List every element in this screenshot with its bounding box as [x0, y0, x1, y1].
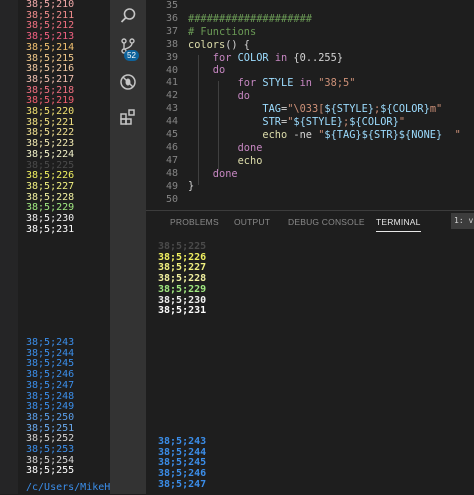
code-token: echo — [188, 128, 294, 141]
tab-terminal[interactable]: TERMINAL — [376, 217, 421, 232]
panel-tabs: PROBLEMS OUTPUT DEBUG CONSOLE TERMINAL — [146, 211, 474, 233]
bottom-panel: PROBLEMS OUTPUT DEBUG CONSOLE TERMINAL 1: v… — [146, 210, 474, 495]
code-token: COLOR — [237, 51, 275, 64]
left-terminal-lines-bottom: 38;5;243 38;5;244 38;5;245 38;5;246 38;5;247… — [26, 337, 75, 477]
left-terminal[interactable]: 38;5;210 38;5;211 38;5;212 38;5;213 38;5;214… — [0, 0, 122, 494]
source-control-badge: 52 — [124, 50, 139, 61]
code-token: TAG — [188, 103, 281, 116]
line-number: 35 — [165, 0, 178, 11]
code-line: STR="${STYLE};${COLOR}" — [188, 116, 461, 129]
code-line: do — [188, 64, 461, 77]
line-number: 36 — [165, 12, 178, 24]
line-number: 44 — [165, 116, 178, 128]
code-line: echo -ne "${TAG}${STR}${NONE} " — [188, 128, 461, 142]
tab-output[interactable]: OUTPUT — [234, 217, 270, 227]
search-icon[interactable] — [110, 2, 146, 30]
code-token: echo — [188, 154, 263, 167]
line-number: 49 — [165, 180, 178, 192]
code-line: } — [188, 180, 461, 193]
line-number: 45 — [165, 129, 178, 141]
code-token: "\033[ — [287, 103, 325, 116]
line-number: 39 — [165, 51, 178, 63]
terminal-line: 38;5;231 — [26, 223, 75, 235]
code-token: # Functions — [188, 25, 257, 38]
code-token: #################### — [188, 12, 312, 25]
code-token: STYLE — [262, 77, 300, 90]
terminal-line: 38;5;255 — [26, 465, 75, 477]
terminal-selector[interactable]: 1: v — [451, 213, 474, 229]
code-token: " — [398, 116, 406, 129]
terminal-path: /c/Users/MikeHam — [26, 482, 123, 493]
code-line: for COLOR in {0..255} — [188, 52, 461, 65]
terminal-line: 38;5;229 — [158, 283, 207, 295]
line-number: 48 — [165, 167, 178, 179]
code-token: ${STYLE} — [293, 116, 344, 129]
activity-bar — [110, 0, 146, 494]
terminal-line: 38;5;247 — [158, 478, 207, 490]
left-terminal-lines-top: 38;5;210 38;5;211 38;5;212 38;5;213 38;5;214… — [26, 0, 74, 235]
code-token: STR — [188, 116, 281, 129]
terminal-line: 38;5;214 — [26, 41, 75, 53]
code-token: m" — [429, 103, 443, 116]
code-token: } — [188, 180, 195, 193]
code-token: ${COLOR} — [349, 116, 399, 129]
line-number: 42 — [165, 90, 178, 102]
code-editor[interactable]: 35 36 37 38 39 40 41 42 43 44 45 46 47 48 49 50 #######… — [146, 0, 474, 210]
line-number: 47 — [165, 154, 178, 166]
terminal-line: 38;5;224 — [26, 148, 75, 160]
code-token: ${COLOR} — [380, 103, 430, 116]
terminal-output-bottom: 38;5;243 38;5;244 38;5;245 38;5;246 38;5;247 — [158, 436, 207, 491]
code-token: -ne — [293, 128, 319, 141]
line-number: 46 — [165, 141, 178, 153]
code-token: do — [188, 64, 226, 77]
code-line: TAG="\033[${STYLE};${COLOR}m" — [188, 103, 461, 116]
code-line: for STYLE in "38;5" — [188, 77, 461, 90]
code-token: " — [442, 128, 461, 141]
code-content[interactable]: #################### # Functions colors() … — [188, 0, 461, 206]
code-token: colors — [188, 38, 226, 51]
line-number: 38 — [165, 38, 178, 50]
left-terminal-strip — [0, 0, 18, 494]
code-token: in — [274, 51, 294, 64]
code-token: () { — [225, 38, 251, 51]
code-token: ${TAG}${STR}${NONE} — [324, 128, 443, 141]
terminal-line: 38;5;247 — [26, 379, 75, 391]
code-line: done — [188, 142, 461, 155]
code-token: for — [188, 77, 263, 90]
code-token: for — [188, 51, 238, 64]
tab-problems[interactable]: PROBLEMS — [170, 217, 219, 227]
line-number: 43 — [165, 103, 178, 115]
code-token: in — [299, 77, 319, 90]
code-line: # Functions — [188, 26, 461, 39]
code-token: ${STYLE} — [324, 103, 375, 116]
code-token: "38;5" — [318, 77, 356, 90]
line-number: 50 — [165, 193, 178, 205]
code-line: #################### — [188, 13, 461, 26]
debug-icon[interactable] — [110, 68, 146, 96]
line-numbers: 35 36 37 38 39 40 41 42 43 44 45 46 47 48 49 50 — [146, 0, 178, 207]
code-line: done — [188, 168, 461, 181]
code-token: done — [188, 141, 263, 154]
code-token: done — [188, 167, 238, 180]
line-number: 41 — [165, 77, 178, 89]
code-line: do — [188, 90, 461, 103]
code-token: {0..255} — [293, 51, 344, 64]
line-number: 40 — [165, 64, 178, 76]
code-line: colors() { — [188, 39, 461, 52]
terminal-line: 38;5;231 — [158, 305, 207, 317]
code-token: do — [188, 90, 250, 103]
terminal-output-top: 38;5;225 38;5;226 38;5;227 38;5;228 38;5;229… — [158, 241, 207, 317]
extensions-icon[interactable] — [110, 103, 146, 131]
tab-debug-console[interactable]: DEBUG CONSOLE — [288, 217, 365, 227]
code-line: echo — [188, 155, 461, 168]
line-number: 37 — [165, 25, 178, 37]
